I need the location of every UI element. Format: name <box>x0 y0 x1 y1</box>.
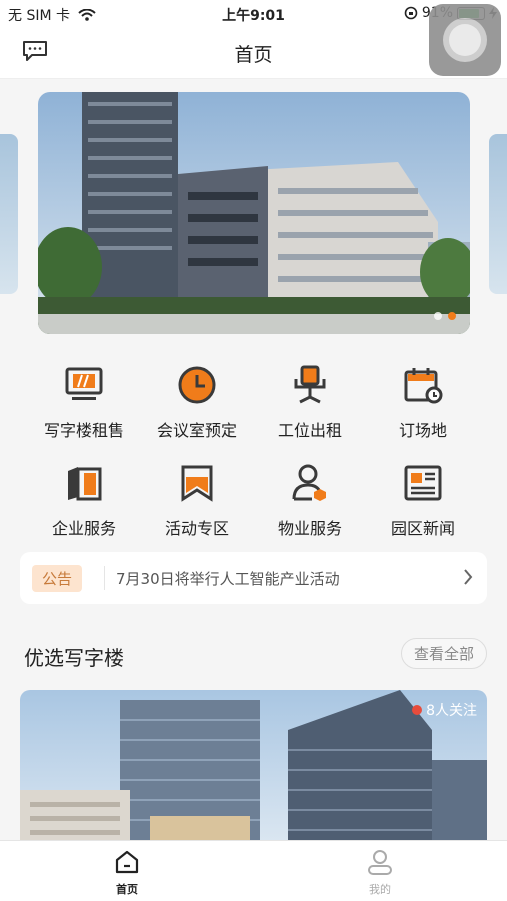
clock-icon <box>178 366 216 404</box>
chair-icon <box>294 365 326 404</box>
home-icon <box>115 850 139 874</box>
bookmark-icon <box>181 465 213 502</box>
calendar-icon <box>404 368 443 404</box>
grid-label: 工位出租 <box>277 421 342 440</box>
tab-label: 首页 <box>116 883 138 896</box>
follow-count: 8人关注 <box>412 700 477 720</box>
grid-item-news[interactable]: 园区新闻 <box>367 463 479 539</box>
tab-label: 我的 <box>369 883 391 896</box>
assistive-touch-button[interactable] <box>429 4 501 76</box>
grid-label: 活动专区 <box>164 519 229 538</box>
chevron-right-icon <box>464 569 473 585</box>
grid-item-venue[interactable]: 订场地 <box>367 365 479 441</box>
announcement-text: 7月30日将举行人工智能产业活动 <box>116 570 340 588</box>
carousel-dot[interactable] <box>448 312 456 320</box>
book-icon <box>68 467 102 501</box>
grid-item-meeting-room[interactable]: 会议室预定 <box>141 365 253 441</box>
office-card[interactable]: 8人关注 <box>20 690 487 850</box>
grid-item-property[interactable]: 物业服务 <box>254 463 366 539</box>
orientation-lock-icon <box>404 6 418 20</box>
banner-prev-slide[interactable] <box>0 134 18 294</box>
view-all-button[interactable]: 查看全部 <box>400 638 487 669</box>
grid-item-office-sale[interactable]: 写字楼租售 <box>28 365 140 441</box>
news-icon <box>404 465 442 501</box>
grid-item-events[interactable]: 活动专区 <box>141 463 253 539</box>
grid-item-workstation[interactable]: 工位出租 <box>254 365 366 441</box>
follow-text: 8人关注 <box>426 703 477 719</box>
tab-bar: 首页 我的 <box>0 840 507 901</box>
banner-next-slide[interactable] <box>489 134 507 294</box>
grid-label: 园区新闻 <box>390 519 455 538</box>
follow-dot-icon <box>412 705 423 715</box>
banner-image[interactable] <box>38 92 470 334</box>
carousel-dot[interactable] <box>434 312 442 320</box>
tab-home[interactable]: 首页 <box>87 849 167 897</box>
grid-item-enterprise[interactable]: 企业服务 <box>28 463 140 539</box>
grid-label: 写字楼租售 <box>43 421 124 440</box>
tab-mine[interactable]: 我的 <box>340 849 420 897</box>
grid-label: 会议室预定 <box>156 421 237 440</box>
carousel-dots <box>434 312 456 320</box>
announcement-bar[interactable]: 公告 7月30日将举行人工智能产业活动 <box>20 552 487 604</box>
grid-label: 物业服务 <box>277 519 342 538</box>
divider <box>104 566 105 590</box>
office-sale-icon <box>65 367 103 400</box>
grid-label: 订场地 <box>398 421 447 440</box>
announcement-tag: 公告 <box>32 565 83 592</box>
person-icon <box>292 464 326 501</box>
banner-carousel[interactable] <box>0 90 507 336</box>
building-illustration <box>38 92 470 334</box>
grid-label: 企业服务 <box>51 519 116 538</box>
user-icon <box>368 850 392 875</box>
section-title: 优选写字楼 <box>24 646 124 670</box>
